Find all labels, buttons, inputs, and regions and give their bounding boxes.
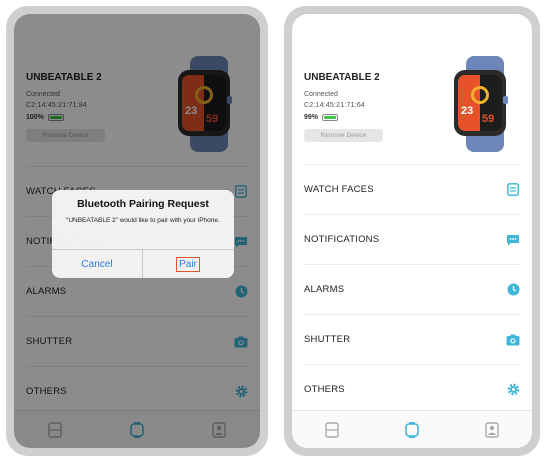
connection-status: Connected — [304, 91, 338, 98]
battery-icon — [322, 114, 339, 121]
chat-bubble-icon — [506, 233, 520, 247]
menu-item-notifications[interactable]: NOTIFICATIONS — [304, 214, 520, 264]
dialog-message: “UNBEATABLE 2” would like to pair with y… — [66, 217, 220, 224]
watch-image: 23 59 — [440, 56, 518, 152]
menu-item-label: WATCH FACES — [304, 184, 374, 195]
remove-device-button[interactable]: Remove Device — [304, 129, 383, 142]
pair-button-label: Pair — [176, 256, 200, 272]
menu-item-others[interactable]: OTHERS — [304, 364, 520, 414]
screen-right: UNBEATABLE 2 Connected C2:14:45:21:71:64… — [292, 14, 532, 448]
watch-hour: 23 — [461, 105, 474, 117]
menu-item-label: SHUTTER — [304, 334, 351, 345]
menu-item-shutter[interactable]: SHUTTER — [304, 314, 520, 364]
phone-right: UNBEATABLE 2 Connected C2:14:45:21:71:64… — [284, 6, 540, 456]
menu-item-watch-faces[interactable]: WATCH FACES — [304, 164, 520, 214]
profile-icon[interactable] — [482, 420, 502, 440]
watch-icon[interactable] — [402, 420, 422, 440]
menu-item-alarms[interactable]: ALARMS — [304, 264, 520, 314]
clock-icon — [506, 283, 520, 297]
dialog-title: Bluetooth Pairing Request — [77, 198, 209, 210]
camera-icon — [506, 333, 520, 347]
device-name: UNBEATABLE 2 — [304, 72, 380, 83]
pair-button[interactable]: Pair — [143, 250, 233, 278]
tab-bar — [292, 410, 532, 448]
watch-faces-icon — [506, 183, 520, 197]
watch-minute: 59 — [482, 113, 495, 125]
mac-address: C2:14:45:21:71:64 — [304, 102, 366, 109]
bluetooth-pairing-dialog: Bluetooth Pairing Request “UNBEATABLE 2”… — [52, 190, 234, 278]
menu-item-label: OTHERS — [304, 384, 345, 395]
menu-item-label: ALARMS — [304, 284, 345, 295]
screen-left: UNBEATABLE 2 Connected C2:14:45:21:71:84… — [14, 14, 260, 448]
battery-percent: 99% — [304, 114, 319, 121]
menu-item-label: NOTIFICATIONS — [304, 234, 380, 245]
canvas: UNBEATABLE 2 Connected C2:14:45:21:71:84… — [0, 0, 544, 458]
device-list-icon[interactable] — [322, 420, 342, 440]
gear-icon — [506, 383, 520, 397]
battery-row: 99% — [304, 114, 339, 121]
phone-left: UNBEATABLE 2 Connected C2:14:45:21:71:84… — [6, 6, 268, 456]
cancel-button[interactable]: Cancel — [52, 250, 142, 278]
